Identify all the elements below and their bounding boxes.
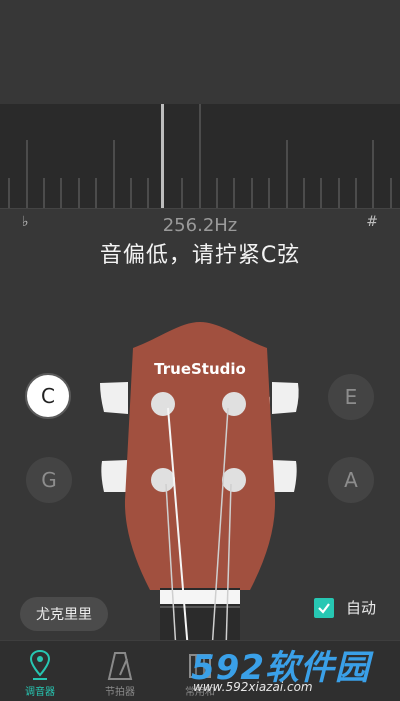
tab-tuner[interactable]: 调音器	[0, 641, 80, 701]
tab-metronome[interactable]: 节拍器	[80, 641, 160, 701]
auto-toggle[interactable]: 自动	[314, 597, 376, 618]
watermark-url: www.592xiazai.com	[193, 680, 313, 694]
string-button-c[interactable]: C	[25, 373, 71, 419]
checkmark-icon	[318, 602, 330, 614]
auto-checkbox[interactable]	[314, 597, 334, 618]
instrument-select-button[interactable]: 尤克里里	[20, 597, 108, 631]
watermark: 592软件园 www.592xiazai.com	[189, 640, 394, 696]
tuner-pin-icon	[29, 649, 51, 680]
ukulele-headstock	[100, 322, 299, 651]
string-button-e[interactable]: E	[328, 374, 374, 420]
metronome-icon	[107, 652, 133, 680]
string-button-g[interactable]: G	[26, 457, 72, 503]
string-button-a[interactable]: A	[328, 457, 374, 503]
tab-metronome-label: 节拍器	[105, 687, 135, 698]
auto-label: 自动	[346, 599, 377, 617]
tab-tuner-label: 调音器	[25, 687, 55, 698]
